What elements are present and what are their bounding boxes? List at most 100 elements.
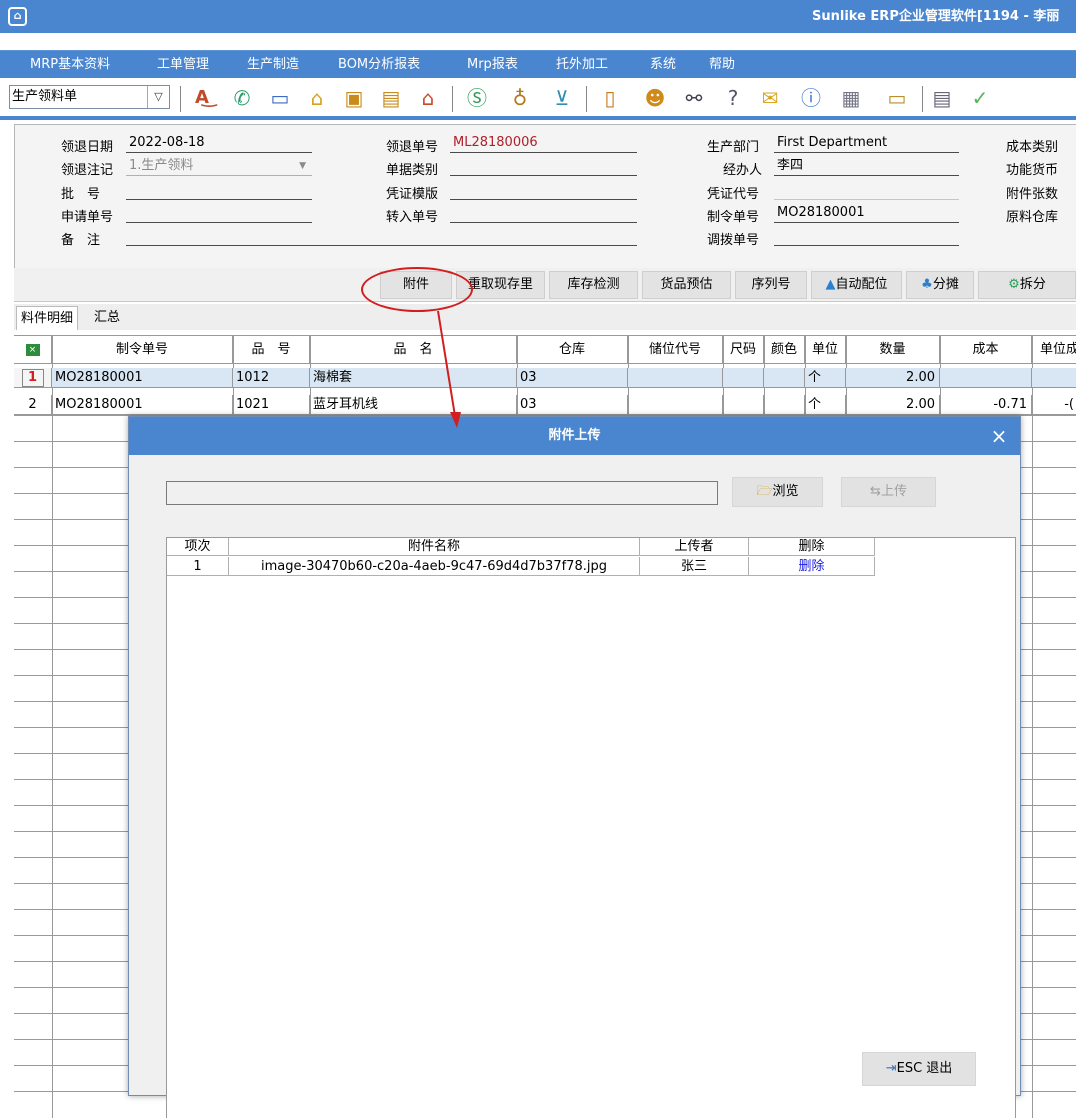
briefcase-alt-icon[interactable]: ▤: [377, 84, 405, 112]
cell-unit[interactable]: 个: [805, 395, 846, 415]
menu-work-order[interactable]: 工单管理: [157, 51, 209, 79]
mail-icon[interactable]: ✉: [756, 84, 784, 112]
mo-no-field[interactable]: MO28180001: [774, 204, 959, 223]
cell-warehouse[interactable]: 03: [517, 368, 628, 388]
col-warehouse[interactable]: 仓库: [517, 336, 628, 364]
menu-system[interactable]: 系统: [650, 51, 676, 79]
phone-icon[interactable]: ✆: [228, 84, 256, 112]
grid-excel-icon[interactable]: ×: [14, 336, 52, 364]
cell-qty[interactable]: 2.00: [846, 395, 940, 415]
folder-icon[interactable]: ▭: [883, 84, 911, 112]
tab-detail[interactable]: 料件明细: [16, 306, 79, 330]
order-no-field[interactable]: ML28180006: [450, 134, 637, 153]
doc-type-select[interactable]: 生产领料单 ▽: [9, 85, 170, 109]
cell-warehouse[interactable]: 03: [517, 395, 628, 415]
col-mo-no[interactable]: 制令单号: [52, 336, 233, 364]
col-unit[interactable]: 单位: [805, 336, 846, 364]
cell-part[interactable]: 1021: [233, 395, 310, 415]
cell-unit-cost[interactable]: [1032, 368, 1076, 388]
users-icon[interactable]: ☻: [641, 84, 669, 112]
help-icon[interactable]: ?: [719, 84, 747, 112]
file-path-input[interactable]: [166, 481, 718, 505]
close-icon[interactable]: ×: [981, 417, 1017, 455]
browse-label: 浏览: [772, 484, 799, 499]
note-label: 领退注记: [61, 163, 114, 178]
spellcheck-icon[interactable]: A͜: [188, 84, 216, 112]
dept-field[interactable]: First Department: [774, 134, 959, 153]
cell-location[interactable]: [628, 395, 723, 415]
request-field[interactable]: [126, 204, 312, 223]
auto-allocate-button[interactable]: ▲自动配位: [811, 271, 902, 299]
tab-summary[interactable]: 汇总: [90, 306, 124, 330]
attach-filename[interactable]: image-30470b60-c20a-4aeb-9c47-69d4d7b37f…: [229, 557, 640, 576]
monitor-icon[interactable]: ▭: [266, 84, 294, 112]
cell-cost[interactable]: [940, 368, 1032, 388]
cell-color[interactable]: [764, 368, 805, 388]
col-size[interactable]: 尺码: [723, 336, 764, 364]
link-icon[interactable]: ⚯: [680, 84, 708, 112]
cell-mo[interactable]: MO28180001: [52, 395, 233, 415]
cell-part[interactable]: 1012: [233, 368, 310, 388]
lock-icon[interactable]: ⌂: [303, 84, 331, 112]
col-part-name[interactable]: 品 名: [310, 336, 517, 364]
upload-button[interactable]: ⇆上传: [841, 477, 936, 507]
cell-name[interactable]: 海棉套: [310, 368, 517, 388]
menu-bom-report[interactable]: BOM分析报表: [338, 51, 420, 79]
date-field[interactable]: 2022-08-18: [126, 134, 312, 153]
split-button[interactable]: ⚙拆分: [978, 271, 1076, 299]
col-location[interactable]: 储位代号: [628, 336, 723, 364]
ok-icon[interactable]: ✓: [966, 84, 994, 112]
menu-help[interactable]: 帮助: [709, 51, 735, 79]
voucher-code-field[interactable]: [774, 181, 959, 200]
briefcase-icon[interactable]: ▣: [340, 84, 368, 112]
menu-mrp-report[interactable]: Mrp报表: [467, 51, 518, 79]
note-value: 1.生产领料: [129, 158, 194, 173]
doc-class-field[interactable]: [450, 157, 637, 176]
col-unit-cost[interactable]: 单位成: [1032, 336, 1076, 364]
transfer-no-field[interactable]: [774, 227, 959, 246]
split-icon: ⚙: [1008, 277, 1020, 292]
menu-production[interactable]: 生产制造: [247, 51, 299, 79]
browse-button[interactable]: 🗁浏览: [732, 477, 823, 507]
calculator-icon[interactable]: ▦: [837, 84, 865, 112]
home-icon[interactable]: ⌂: [414, 84, 442, 112]
cell-size[interactable]: [723, 368, 764, 388]
batch-field[interactable]: [126, 181, 312, 200]
cell-size[interactable]: [723, 395, 764, 415]
row-index[interactable]: 1: [14, 368, 52, 388]
clipboard-icon[interactable]: ▯: [596, 84, 624, 112]
document-icon[interactable]: ▤: [928, 84, 956, 112]
col-cost[interactable]: 成本: [940, 336, 1032, 364]
col-color[interactable]: 颜色: [764, 336, 805, 364]
cart-icon[interactable]: ⊻: [548, 84, 576, 112]
serial-no-button[interactable]: 序列号: [735, 271, 807, 299]
cell-unit[interactable]: 个: [805, 368, 846, 388]
transfer-in-field[interactable]: [450, 204, 637, 223]
dollar-icon[interactable]: Ⓢ: [463, 84, 491, 112]
esc-exit-button[interactable]: ⇥ESC 退出: [862, 1052, 976, 1086]
menu-mrp-basic[interactable]: MRP基本资料: [30, 51, 110, 79]
cell-mo[interactable]: MO28180001: [52, 368, 233, 388]
share-button[interactable]: ♣分摊: [906, 271, 974, 299]
remark-field[interactable]: [126, 227, 637, 246]
cell-name[interactable]: 蓝牙耳机线: [310, 395, 517, 415]
voucher-tpl-field[interactable]: [450, 181, 637, 200]
col-part-no[interactable]: 品 号: [233, 336, 310, 364]
row-index[interactable]: 2: [14, 395, 52, 415]
info-icon[interactable]: ⓘ: [797, 84, 825, 112]
cell-qty[interactable]: 2.00: [846, 368, 940, 388]
stock-check-button[interactable]: 库存检测: [549, 271, 638, 299]
delete-link[interactable]: 删除: [749, 557, 875, 576]
cell-color[interactable]: [764, 395, 805, 415]
money-bag-icon[interactable]: ♁: [506, 84, 534, 112]
goods-estimate-button[interactable]: 货品预估: [642, 271, 731, 299]
chevron-down-icon[interactable]: ▽: [147, 86, 169, 108]
menu-outsource[interactable]: 托外加工: [556, 51, 608, 79]
func-currency-label: 功能货币: [1006, 163, 1059, 178]
note-select[interactable]: 1.生产领料 ▼: [126, 157, 312, 176]
cell-cost[interactable]: -0.71: [940, 395, 1032, 415]
cell-unit-cost[interactable]: -(: [1032, 395, 1076, 415]
col-qty[interactable]: 数量: [846, 336, 940, 364]
cell-location[interactable]: [628, 368, 723, 388]
handler-field[interactable]: 李四: [774, 157, 959, 176]
